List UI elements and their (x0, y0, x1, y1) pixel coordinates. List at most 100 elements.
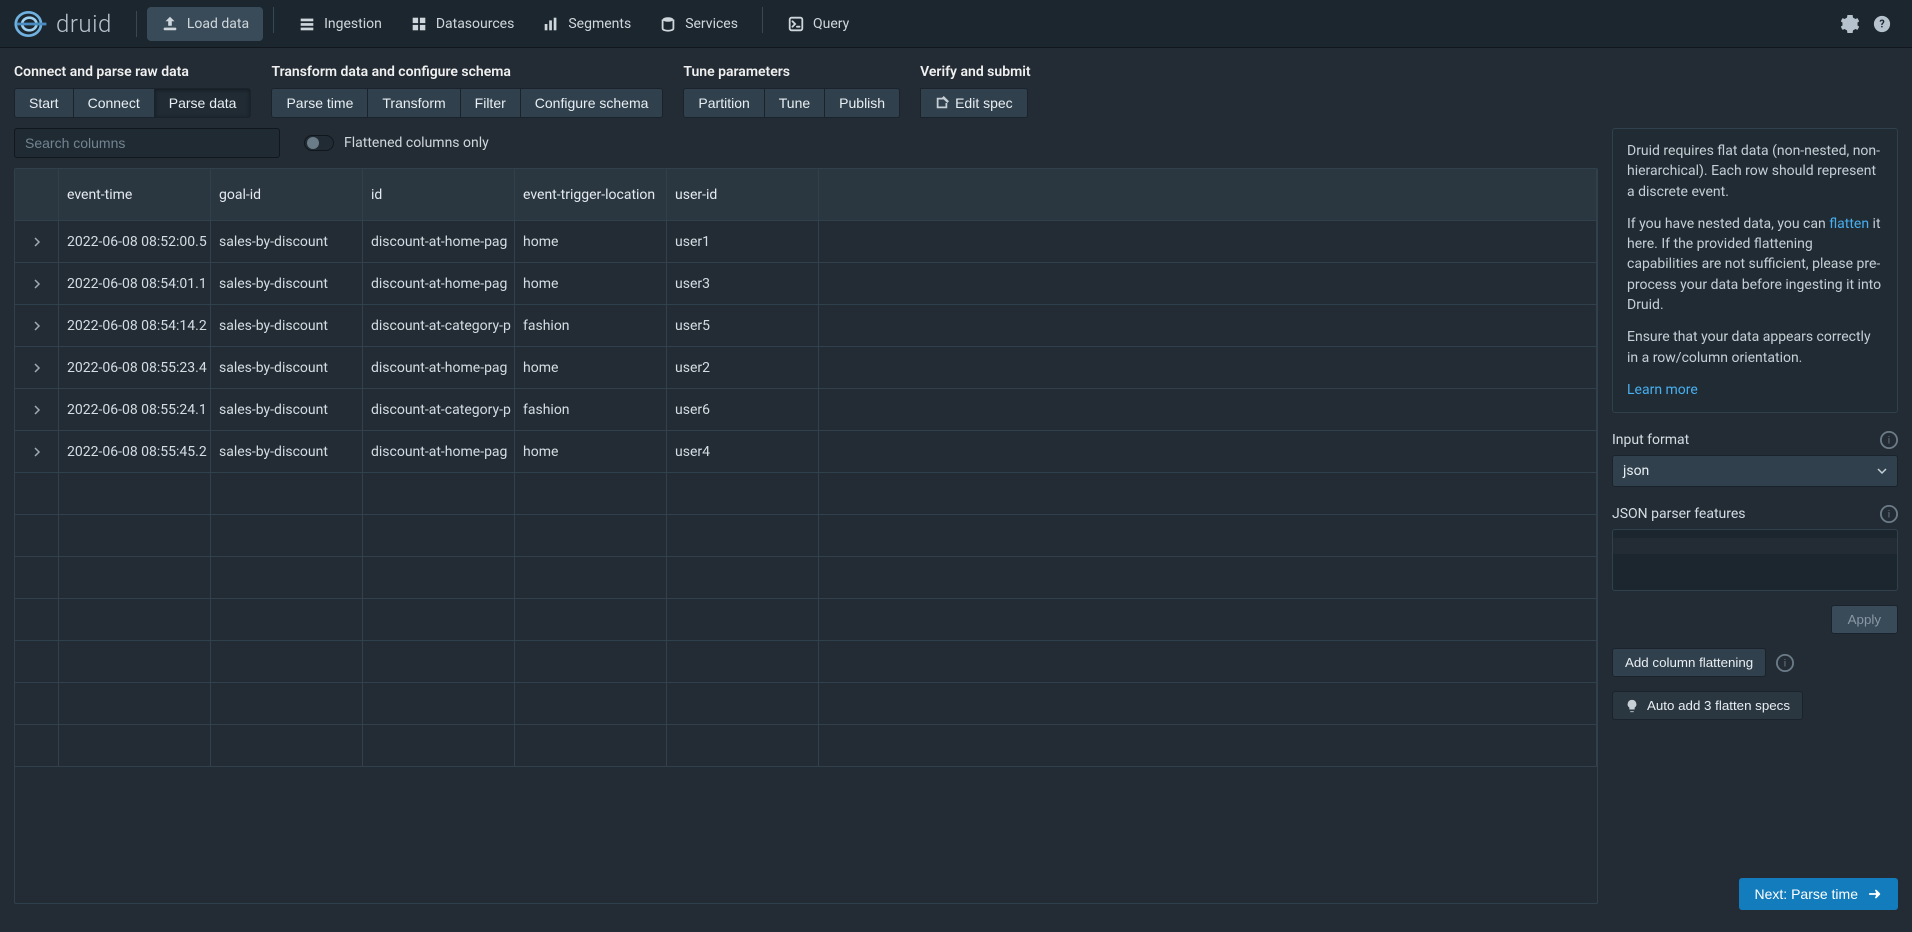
svg-text:i: i (1784, 658, 1786, 669)
nav-item-ingestion[interactable]: Ingestion (284, 7, 396, 41)
step-partition-button[interactable]: Partition (683, 88, 764, 118)
step-filter-button[interactable]: Filter (461, 88, 521, 118)
cell-event-trigger-location: fashion (515, 305, 667, 346)
table-row (15, 725, 1597, 767)
cell-empty (819, 473, 1597, 514)
cell-event-time (59, 473, 211, 514)
expand-row-button[interactable] (15, 599, 59, 640)
nav-divider (136, 11, 137, 37)
flatten-link[interactable]: flatten (1829, 216, 1869, 232)
gear-icon (1841, 15, 1859, 33)
expand-row-button[interactable] (15, 347, 59, 388)
svg-text:i: i (1888, 510, 1890, 521)
nav-item-query[interactable]: Query (773, 7, 863, 41)
cell-goal-id (211, 473, 363, 514)
cell-event-time: 2022-06-08 08:54:14.2 (59, 305, 211, 346)
column-header-user-id[interactable]: user-id (667, 169, 819, 220)
step-group-title: Connect and parse raw data (14, 64, 251, 80)
cell-event-trigger-location: home (515, 263, 667, 304)
cell-goal-id (211, 641, 363, 682)
cell-goal-id: sales-by-discount (211, 431, 363, 472)
cell-event-trigger-location (515, 641, 667, 682)
input-format-label: Input format i (1612, 431, 1898, 449)
arrow-right-icon (1868, 887, 1882, 901)
cell-id (363, 683, 515, 724)
flattened-columns-toggle[interactable] (304, 135, 334, 151)
cell-id (363, 557, 515, 598)
nav-item-segments[interactable]: Segments (528, 7, 645, 41)
cell-goal-id: sales-by-discount (211, 347, 363, 388)
chevron-right-icon (32, 405, 42, 415)
expand-row-button[interactable] (15, 305, 59, 346)
info-paragraph-2: If you have nested data, you can flatten… (1627, 214, 1883, 315)
help-button[interactable]: ? (1866, 8, 1898, 40)
edit-spec-icon (935, 96, 949, 110)
chevron-right-icon (32, 447, 42, 457)
step-group-title: Transform data and configure schema (271, 64, 663, 80)
cell-user-id: user2 (667, 347, 819, 388)
step-parse-data-button[interactable]: Parse data (155, 88, 252, 118)
settings-button[interactable] (1834, 8, 1866, 40)
cell-user-id (667, 599, 819, 640)
column-header-event-time[interactable]: event-time (59, 169, 211, 220)
cell-event-time: 2022-06-08 08:52:00.5 (59, 221, 211, 262)
info-icon[interactable]: i (1880, 431, 1898, 449)
input-format-select[interactable]: json (1612, 455, 1898, 487)
expand-row-button[interactable] (15, 641, 59, 682)
expand-row-button[interactable] (15, 389, 59, 430)
nav-item-datasources[interactable]: Datasources (396, 7, 529, 41)
cell-event-trigger-location: home (515, 431, 667, 472)
nav-item-label: Datasources (436, 16, 515, 32)
expand-row-button[interactable] (15, 221, 59, 262)
apply-button[interactable]: Apply (1831, 605, 1898, 634)
info-icon[interactable]: i (1880, 505, 1898, 523)
expand-row-button[interactable] (15, 725, 59, 766)
info-paragraph-3: Ensure that your data appears correctly … (1627, 327, 1883, 368)
add-column-flattening-button[interactable]: Add column flattening (1612, 648, 1766, 677)
cell-event-trigger-location (515, 515, 667, 556)
info-icon[interactable]: i (1776, 654, 1794, 672)
expand-row-button[interactable] (15, 557, 59, 598)
step-group: Tune parametersPartitionTunePublish (683, 64, 900, 118)
expand-row-button[interactable] (15, 431, 59, 472)
auto-add-flatten-button[interactable]: Auto add 3 flatten specs (1612, 691, 1803, 720)
expand-row-button[interactable] (15, 683, 59, 724)
step-configure-schema-button[interactable]: Configure schema (521, 88, 664, 118)
expand-row-button[interactable] (15, 263, 59, 304)
nav-item-load-data[interactable]: Load data (147, 7, 263, 41)
step-tune-button[interactable]: Tune (765, 88, 825, 118)
cell-user-id (667, 557, 819, 598)
step-group: Connect and parse raw data StartConnectPa… (14, 64, 251, 118)
step-publish-button[interactable]: Publish (825, 88, 900, 118)
step-group-title: Verify and submit (920, 64, 1031, 80)
step-edit-spec-button[interactable]: Edit spec (920, 88, 1028, 118)
table-row (15, 599, 1597, 641)
json-parser-features-input[interactable] (1612, 529, 1898, 591)
step-parse-time-button[interactable]: Parse time (271, 88, 368, 118)
learn-more-link[interactable]: Learn more (1627, 382, 1698, 398)
cell-goal-id (211, 515, 363, 556)
column-header-id[interactable]: id (363, 169, 515, 220)
search-columns-input[interactable] (14, 128, 280, 158)
cell-id (363, 515, 515, 556)
lightbulb-icon (1625, 699, 1639, 713)
nav-item-label: Query (813, 16, 849, 32)
table-row (15, 473, 1597, 515)
expand-row-button[interactable] (15, 473, 59, 514)
cell-id (363, 599, 515, 640)
druid-logo-icon (14, 10, 50, 38)
column-header-goal-id[interactable]: goal-id (211, 169, 363, 220)
step-connect-button[interactable]: Connect (74, 88, 155, 118)
chevron-down-icon (1877, 466, 1887, 476)
table-row: 2022-06-08 08:55:23.4sales-by-discountdi… (15, 347, 1597, 389)
column-header-event-trigger-location[interactable]: event-trigger-location (515, 169, 667, 220)
cell-event-time (59, 683, 211, 724)
step-transform-button[interactable]: Transform (368, 88, 460, 118)
next-parse-time-button[interactable]: Next: Parse time (1739, 878, 1898, 910)
nav-item-services[interactable]: Services (645, 7, 752, 41)
step-start-button[interactable]: Start (14, 88, 74, 118)
table-row: 2022-06-08 08:54:14.2sales-by-discountdi… (15, 305, 1597, 347)
flattened-columns-label: Flattened columns only (344, 135, 489, 151)
cell-id: discount-at-home-pag (363, 347, 515, 388)
expand-row-button[interactable] (15, 515, 59, 556)
